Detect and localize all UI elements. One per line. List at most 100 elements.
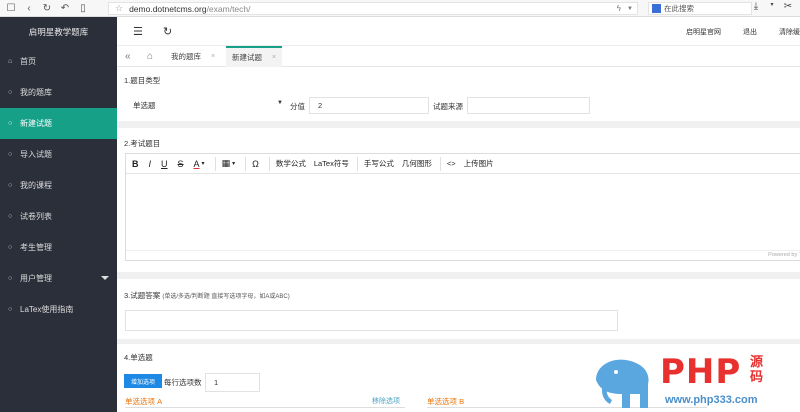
rich-text-editor: B I U S A ▾ ▦ ▾ Ω 数学公式 LaTex符号 手写公式 几何图形… — [125, 153, 800, 261]
answer-input[interactable] — [125, 310, 618, 331]
lightning-icon[interactable]: ϟ — [617, 4, 621, 13]
circle-icon: ○ — [8, 89, 13, 96]
option-a-label: 单选选项 A — [125, 397, 163, 406]
editor-body[interactable] — [126, 174, 800, 251]
score-label: 分值 — [290, 102, 305, 111]
special-char-button[interactable]: Ω — [252, 159, 259, 169]
sidebar-toggle-icon[interactable]: ☐ — [4, 1, 18, 15]
question-type-select[interactable]: 单选题 ▼ — [125, 97, 289, 114]
sidebar-item-students[interactable]: ○ 考生管理 — [0, 232, 117, 263]
refresh-page-icon[interactable]: ↻ — [163, 25, 172, 38]
official-site-link[interactable]: 启明星官网 — [686, 27, 721, 37]
watermark-brand: PHP — [660, 352, 742, 392]
sidebar-item-home[interactable]: ⌂ 首页 — [0, 46, 117, 77]
tab-label: 我的题库 — [171, 52, 201, 61]
section-title: 1.题目类型 — [124, 76, 161, 85]
geometry-button[interactable]: 几何图形 — [402, 158, 432, 169]
address-bar[interactable]: ☆ demo.dotnetcms.org/exam/tech/ ϟ ▼ — [108, 2, 638, 15]
clear-cache-link[interactable]: 清除缓 — [779, 27, 800, 37]
favorite-star-icon[interactable]: ☆ — [115, 3, 123, 14]
editor-toolbar: B I U S A ▾ ▦ ▾ Ω 数学公式 LaTex符号 手写公式 几何图形… — [126, 154, 800, 174]
math-formula-button[interactable]: 数学公式 — [276, 158, 306, 169]
circle-icon: ○ — [8, 213, 13, 220]
logout-link[interactable]: 退出 — [743, 27, 757, 37]
sidebar-brand: 启明星教学题库 — [28, 26, 89, 37]
remove-option-link[interactable]: 移除选项 — [372, 396, 400, 406]
underline-button[interactable]: U — [161, 159, 168, 169]
code-button[interactable]: <> — [447, 159, 456, 168]
per-row-input[interactable]: 1 — [205, 373, 260, 392]
sidebar-item-new-question[interactable]: ○ 新建试题 — [0, 108, 117, 139]
browser-search-box[interactable]: 在此搜索 — [648, 2, 752, 15]
sidebar-item-import[interactable]: ○ 导入试题 — [0, 139, 117, 170]
search-placeholder: 在此搜索 — [664, 4, 694, 13]
sidebar-item-label: 我的课程 — [20, 181, 52, 190]
font-color-button[interactable]: A — [194, 159, 200, 169]
answer-title: 3.试题答案 — [124, 291, 161, 300]
undo-icon[interactable]: ↶ — [58, 1, 72, 15]
handwrite-formula-button[interactable]: 手写公式 — [364, 158, 394, 169]
option-a-editor[interactable] — [125, 407, 405, 412]
menu-caret-icon[interactable]: ▾ — [764, 1, 780, 12]
question-type-value: 单选题 — [133, 101, 156, 110]
sidebar-item-papers[interactable]: ○ 试卷列表 — [0, 201, 117, 232]
tab-new-question[interactable]: 新建试题 × — [226, 46, 283, 67]
add-option-button[interactable]: 增加选项 — [124, 374, 162, 388]
sidebar-item-my-bank[interactable]: ○ 我的题库 — [0, 77, 117, 108]
sidebar-item-label: 试卷列表 — [20, 212, 52, 221]
chevron-down-icon[interactable]: ▾ — [232, 160, 235, 167]
upload-image-button[interactable]: 上传图片 — [464, 158, 494, 169]
tabs-scroll-left-icon[interactable]: « — [119, 46, 137, 67]
search-engine-icon — [652, 4, 661, 13]
chevron-down-icon: ▼ — [277, 100, 283, 106]
download-icon[interactable]: ⤓ — [748, 1, 764, 12]
watermark: PHP 源码 www.php333.com — [590, 350, 800, 412]
strikethrough-button[interactable]: S — [178, 159, 184, 169]
url-text: demo.dotnetcms.org/exam/tech/ — [129, 3, 251, 14]
home-tab-icon[interactable]: ⌂ — [141, 46, 159, 67]
circle-icon: ○ — [8, 275, 13, 282]
home-icon: ⌂ — [8, 58, 13, 65]
scissors-icon[interactable]: ✂ — [780, 1, 796, 12]
chevron-down-icon[interactable]: ▾ — [202, 160, 205, 167]
tab-my-bank[interactable]: 我的题库 × — [165, 46, 221, 67]
circle-icon: ○ — [8, 306, 13, 313]
close-icon[interactable]: × — [272, 54, 276, 61]
section-title: 2.考试题目 — [124, 139, 161, 148]
sidebar-item-courses[interactable]: ○ 我的课程 — [0, 170, 117, 201]
section-question-type: 1.题目类型 单选题 ▼ 分值 2 试题来源 — [117, 67, 800, 121]
tabs-bar: « ⌂ 我的题库 × 新建试题 × — [117, 46, 800, 67]
tab-label: 新建试题 — [232, 53, 262, 62]
score-input[interactable]: 2 — [309, 97, 429, 114]
sidebar-item-users[interactable]: ○ 用户管理 — [0, 263, 117, 294]
table-button[interactable]: ▦ — [222, 158, 231, 169]
close-icon[interactable]: × — [211, 53, 215, 60]
sidebar-item-label: 用户管理 — [20, 274, 52, 283]
circle-icon: ○ — [8, 182, 13, 189]
menu-toggle-icon[interactable]: ☰ — [133, 25, 143, 38]
circle-icon: ○ — [8, 120, 13, 127]
section-question-body: 2.考试题目 B I U S A ▾ ▦ ▾ Ω 数学公式 LaTex符号 手写… — [117, 128, 800, 272]
dropdown-icon[interactable]: ▼ — [627, 6, 633, 12]
chevron-down-icon — [101, 276, 109, 280]
editor-status: Powered by T — [126, 250, 800, 260]
sidebar-item-label: 新建试题 — [20, 119, 52, 128]
section-title: 3.试题答案 (单选/多选/判断题 直接写选项字母，如A或ABC) — [124, 290, 290, 301]
top-header: ☰ ↻ 启明星官网 退出 清除缓 — [117, 17, 800, 46]
latex-symbol-button[interactable]: LaTex符号 — [314, 158, 349, 169]
source-input[interactable] — [467, 97, 590, 114]
reading-mode-icon[interactable]: ▯ — [76, 1, 90, 15]
italic-button[interactable]: I — [149, 159, 152, 169]
option-b-label: 单选选项 B — [427, 397, 465, 406]
per-row-label: 每行选项数 — [164, 378, 202, 387]
back-icon[interactable]: ‹ — [22, 1, 36, 15]
circle-icon: ○ — [8, 244, 13, 251]
refresh-icon[interactable]: ↻ — [40, 1, 54, 15]
bold-button[interactable]: B — [132, 159, 139, 169]
sidebar-item-latex-guide[interactable]: ○ LaTex使用指南 — [0, 294, 117, 325]
sidebar-item-label: 首页 — [20, 57, 36, 66]
sidebar-item-label: LaTex使用指南 — [20, 305, 74, 314]
sidebar-item-label: 我的题库 — [20, 88, 52, 97]
source-label: 试题来源 — [433, 102, 463, 111]
sidebar-item-label: 考生管理 — [20, 243, 52, 252]
